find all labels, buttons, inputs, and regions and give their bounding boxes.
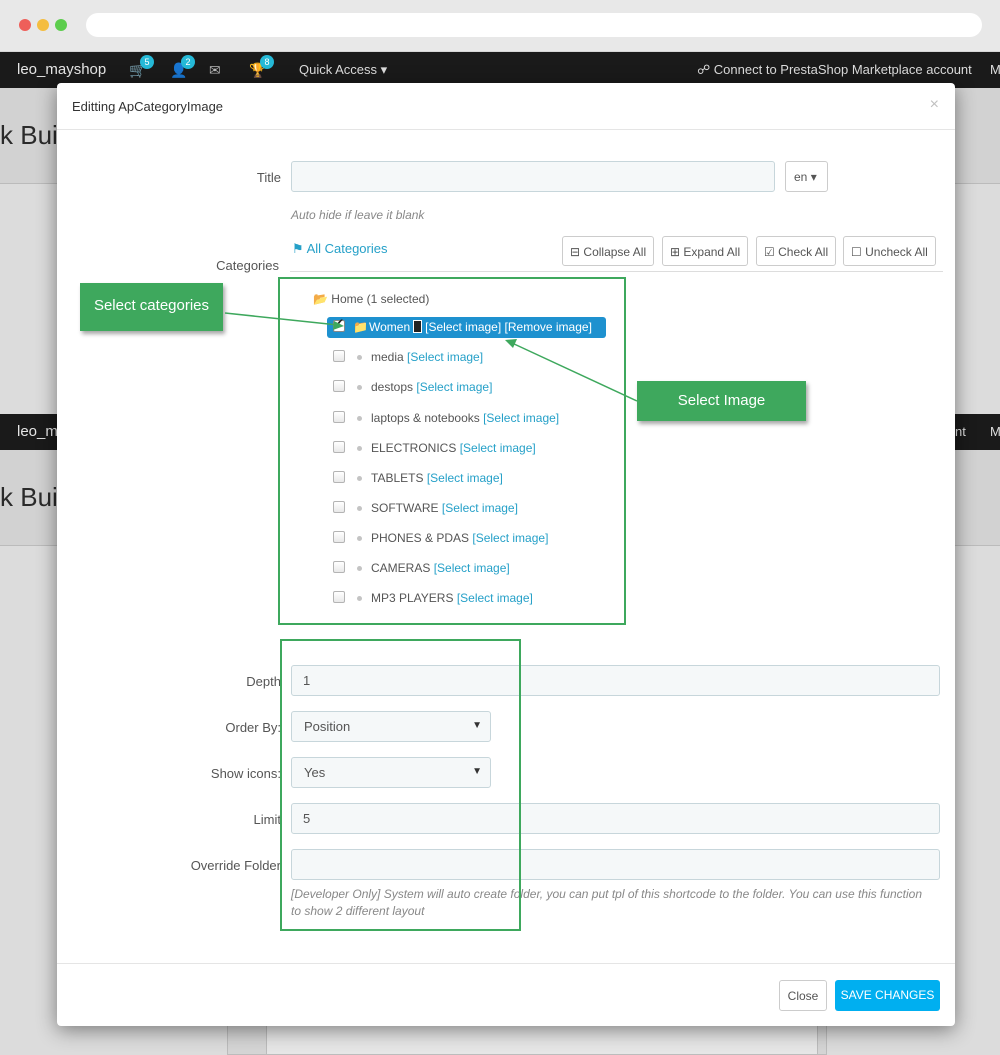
uncheck-all-button[interactable]: ☐ Uncheck All <box>843 236 936 266</box>
checked-square-icon: ☑ <box>764 245 775 259</box>
categories-label: Categories <box>216 258 279 273</box>
plus-square-icon: ⊞ <box>670 245 681 259</box>
collapse-all-button[interactable]: ⊟ Collapse All <box>562 236 655 266</box>
language-dropdown[interactable]: en ▾ <box>785 161 828 192</box>
title-hint: Auto hide if leave it blank <box>291 208 425 222</box>
check-all-label: Check All <box>778 245 829 259</box>
close-icon[interactable]: × <box>930 96 939 114</box>
language-label: en <box>794 170 808 184</box>
browser-chrome <box>0 0 1000 52</box>
title-label: Title <box>256 170 281 185</box>
customers-badge: 2 <box>181 55 195 69</box>
expand-all-label: Expand All <box>683 245 741 259</box>
topbar-fragment: nt <box>955 424 966 439</box>
modal-footer: Close SAVE CHANGES <box>57 963 955 1026</box>
topbar-more[interactable]: M <box>990 62 1000 77</box>
show-icons-label: Show icons: <box>210 766 281 781</box>
all-categories-label: All Categories <box>306 241 388 256</box>
cart-icon[interactable]: 🛒 5 <box>129 55 154 79</box>
address-bar[interactable] <box>86 13 982 37</box>
customers-icon[interactable]: 👤 2 <box>170 55 195 79</box>
trophy-icon[interactable]: 🏆 8 <box>249 55 274 79</box>
uncheck-all-label: Uncheck All <box>865 245 928 259</box>
page-heading: k Bui <box>0 120 58 150</box>
categories-highlight-box <box>278 277 626 625</box>
tree-toolbar: ⚑ All Categories ⊟ Collapse All ⊞ Expand… <box>290 231 943 272</box>
shop-name-duplicate: leo_m <box>17 423 58 440</box>
select-categories-callout: Select categories <box>80 283 223 331</box>
limit-label: Limit <box>253 812 281 827</box>
collapse-all-label: Collapse All <box>583 245 647 259</box>
title-input[interactable] <box>291 161 775 192</box>
all-categories-link[interactable]: ⚑ All Categories <box>292 241 388 257</box>
minimize-window-icon[interactable] <box>37 19 49 31</box>
trophy-badge: 8 <box>260 55 274 69</box>
topbar-more-duplicate: M <box>990 424 1000 439</box>
modal-header: Editting ApCategoryImage × <box>57 83 955 130</box>
shop-name[interactable]: leo_mayshop <box>17 61 106 78</box>
minus-square-icon: ⊟ <box>570 245 581 259</box>
modal-title: Editting ApCategoryImage <box>72 99 224 114</box>
quick-access-label: Quick Access <box>299 62 378 77</box>
expand-all-button[interactable]: ⊞ Expand All <box>662 236 749 266</box>
empty-square-icon: ☐ <box>851 245 862 259</box>
maximize-window-icon[interactable] <box>55 19 67 31</box>
check-all-button[interactable]: ☑ Check All <box>756 236 837 266</box>
page-heading-duplicate: k Bui <box>0 482 58 512</box>
messages-icon[interactable]: ✉ <box>209 62 221 79</box>
cart-badge: 5 <box>140 55 154 69</box>
caret-down-icon: ▾ <box>810 170 817 184</box>
quick-access-menu[interactable]: Quick Access ▾ <box>299 62 387 78</box>
tag-icon: ⚑ <box>292 241 304 256</box>
close-window-icon[interactable] <box>19 19 31 31</box>
select-image-callout: Select Image <box>637 381 806 421</box>
close-button[interactable]: Close <box>779 980 827 1011</box>
options-highlight-box <box>280 639 521 931</box>
order-by-label: Order By: <box>225 720 281 735</box>
override-folder-label: Override Folder <box>190 858 281 873</box>
connect-label: Connect to PrestaShop Marketplace accoun… <box>713 62 972 77</box>
marketplace-connect-link[interactable]: ☍ Connect to PrestaShop Marketplace acco… <box>697 62 972 78</box>
depth-label: Depth <box>246 674 281 689</box>
connect-icon: ☍ <box>697 62 711 77</box>
save-changes-button[interactable]: SAVE CHANGES <box>835 980 940 1011</box>
caret-down-icon: ▾ <box>380 62 388 77</box>
